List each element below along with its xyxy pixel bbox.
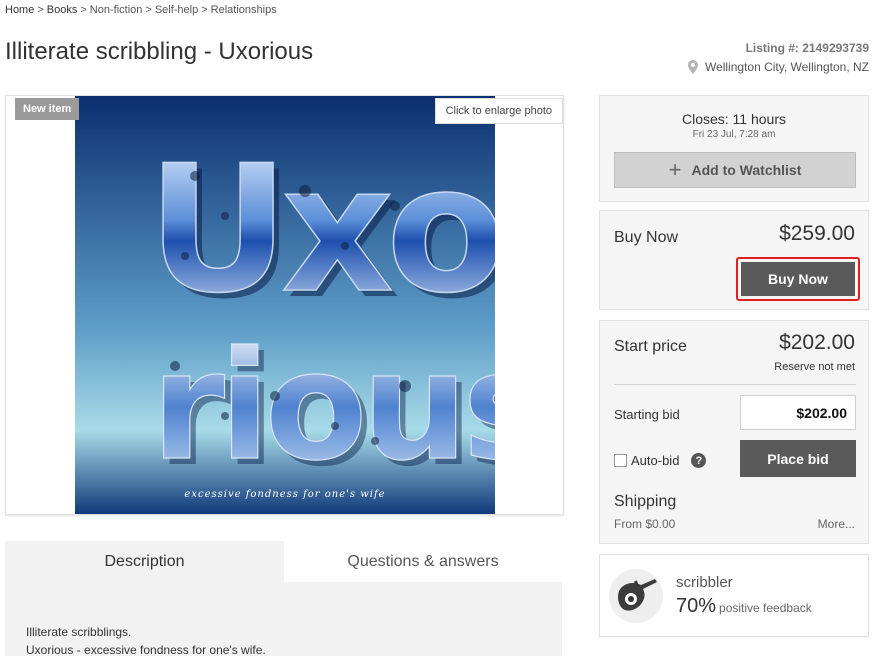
add-to-watchlist-button[interactable]: + Add to Watchlist — [614, 152, 856, 188]
reserve-status: Reserve not met — [774, 361, 855, 373]
closes-time: Closes: 11 hours — [681, 111, 786, 127]
buy-now-price: $259.00 — [779, 222, 855, 245]
location-text: Wellington City, Wellington, NZ — [704, 60, 869, 74]
seller-panel: scribbler 70% positive feedback — [599, 554, 869, 637]
shipping-label: Shipping — [614, 493, 677, 510]
description-line: Illiterate scribblings. — [26, 625, 132, 639]
description-text: Illiterate scribblings. Uxorious - exces… — [26, 623, 266, 656]
location: Wellington City, Wellington, NZ — [687, 60, 869, 74]
breadcrumb-non-fiction[interactable]: Non-fiction — [90, 4, 143, 16]
tab-questions-answers[interactable]: Questions & answers — [284, 541, 562, 582]
cover-caption: excessive fondness for one's wife — [184, 489, 386, 500]
breadcrumb-separator: > — [80, 4, 87, 16]
divider — [614, 384, 856, 385]
closing-panel: Closes: 11 hours Fri 23 Jul, 7:28 am + A… — [599, 95, 869, 202]
book-cover-image[interactable]: Uxo Uxo rious rious excessive fondness f… — [75, 96, 495, 514]
listing-meta: Listing #: 2149293739 Wellington City, W… — [687, 41, 869, 74]
bid-amount-input[interactable] — [740, 395, 856, 430]
shipping-from: From $0.00 — [614, 517, 676, 531]
svg-text:Uxo: Uxo — [147, 129, 495, 332]
breadcrumb: Home > Books > Non-fiction > Self-help > Relatio… — [5, 4, 277, 16]
buy-now-button[interactable]: Buy Now — [741, 262, 855, 296]
breadcrumb-books[interactable]: Books — [47, 4, 78, 16]
place-bid-button[interactable]: Place bid — [740, 440, 856, 477]
start-price-label: Start price — [614, 338, 687, 355]
listing-number: Listing #: 2149293739 — [745, 41, 869, 55]
listing-tabs: Description Questions & answers Illitera… — [5, 541, 562, 656]
buy-now-panel: Buy Now $259.00 Buy Now — [599, 210, 869, 310]
enlarge-photo-button[interactable]: Click to enlarge photo — [434, 98, 563, 124]
breadcrumb-separator: > — [37, 4, 44, 16]
breadcrumb-self-help[interactable]: Self-help — [155, 4, 198, 16]
plus-icon: + — [668, 157, 682, 182]
buy-now-label: Buy Now — [614, 229, 679, 246]
photo-panel[interactable]: Uxo Uxo rious rious excessive fondness f… — [5, 95, 564, 515]
watchlist-label: Add to Watchlist — [691, 162, 802, 178]
seller-feedback: 70% positive feedback — [676, 595, 812, 618]
auto-bid-option: Auto-bid ? — [614, 453, 707, 468]
breadcrumb-separator: > — [201, 4, 208, 16]
starting-bid-label: Starting bid — [614, 407, 680, 422]
cover-artwork: Uxo Uxo rious rious — [75, 96, 495, 514]
seller-avatar-icon[interactable] — [609, 569, 663, 623]
bidding-panel: Start price $202.00 Reserve not met Star… — [599, 320, 869, 544]
breadcrumb-relationships[interactable]: Relationships — [211, 4, 277, 16]
buy-now-highlight: Buy Now — [736, 257, 860, 301]
help-icon[interactable]: ? — [691, 453, 707, 468]
auto-bid-label: Auto-bid — [631, 453, 680, 468]
map-pin-icon — [687, 60, 698, 74]
feedback-percent: 70% — [676, 595, 717, 617]
breadcrumb-home[interactable]: Home — [5, 4, 34, 16]
feedback-label: positive feedback — [719, 601, 812, 615]
shipping-more-link[interactable]: More... — [818, 517, 855, 531]
tab-description[interactable]: Description — [5, 541, 284, 582]
breadcrumb-separator: > — [145, 4, 152, 16]
page-title: Illiterate scribbling - Uxorious — [5, 38, 314, 65]
auto-bid-checkbox[interactable] — [614, 454, 627, 467]
start-price: $202.00 — [779, 331, 855, 354]
svg-text:rious: rious — [151, 320, 495, 494]
closes-date: Fri 23 Jul, 7:28 am — [692, 129, 776, 140]
new-item-badge: New item — [15, 98, 80, 120]
seller-name[interactable]: scribbler — [676, 574, 733, 591]
description-line: Uxorious - excessive fondness for one's … — [26, 643, 266, 656]
